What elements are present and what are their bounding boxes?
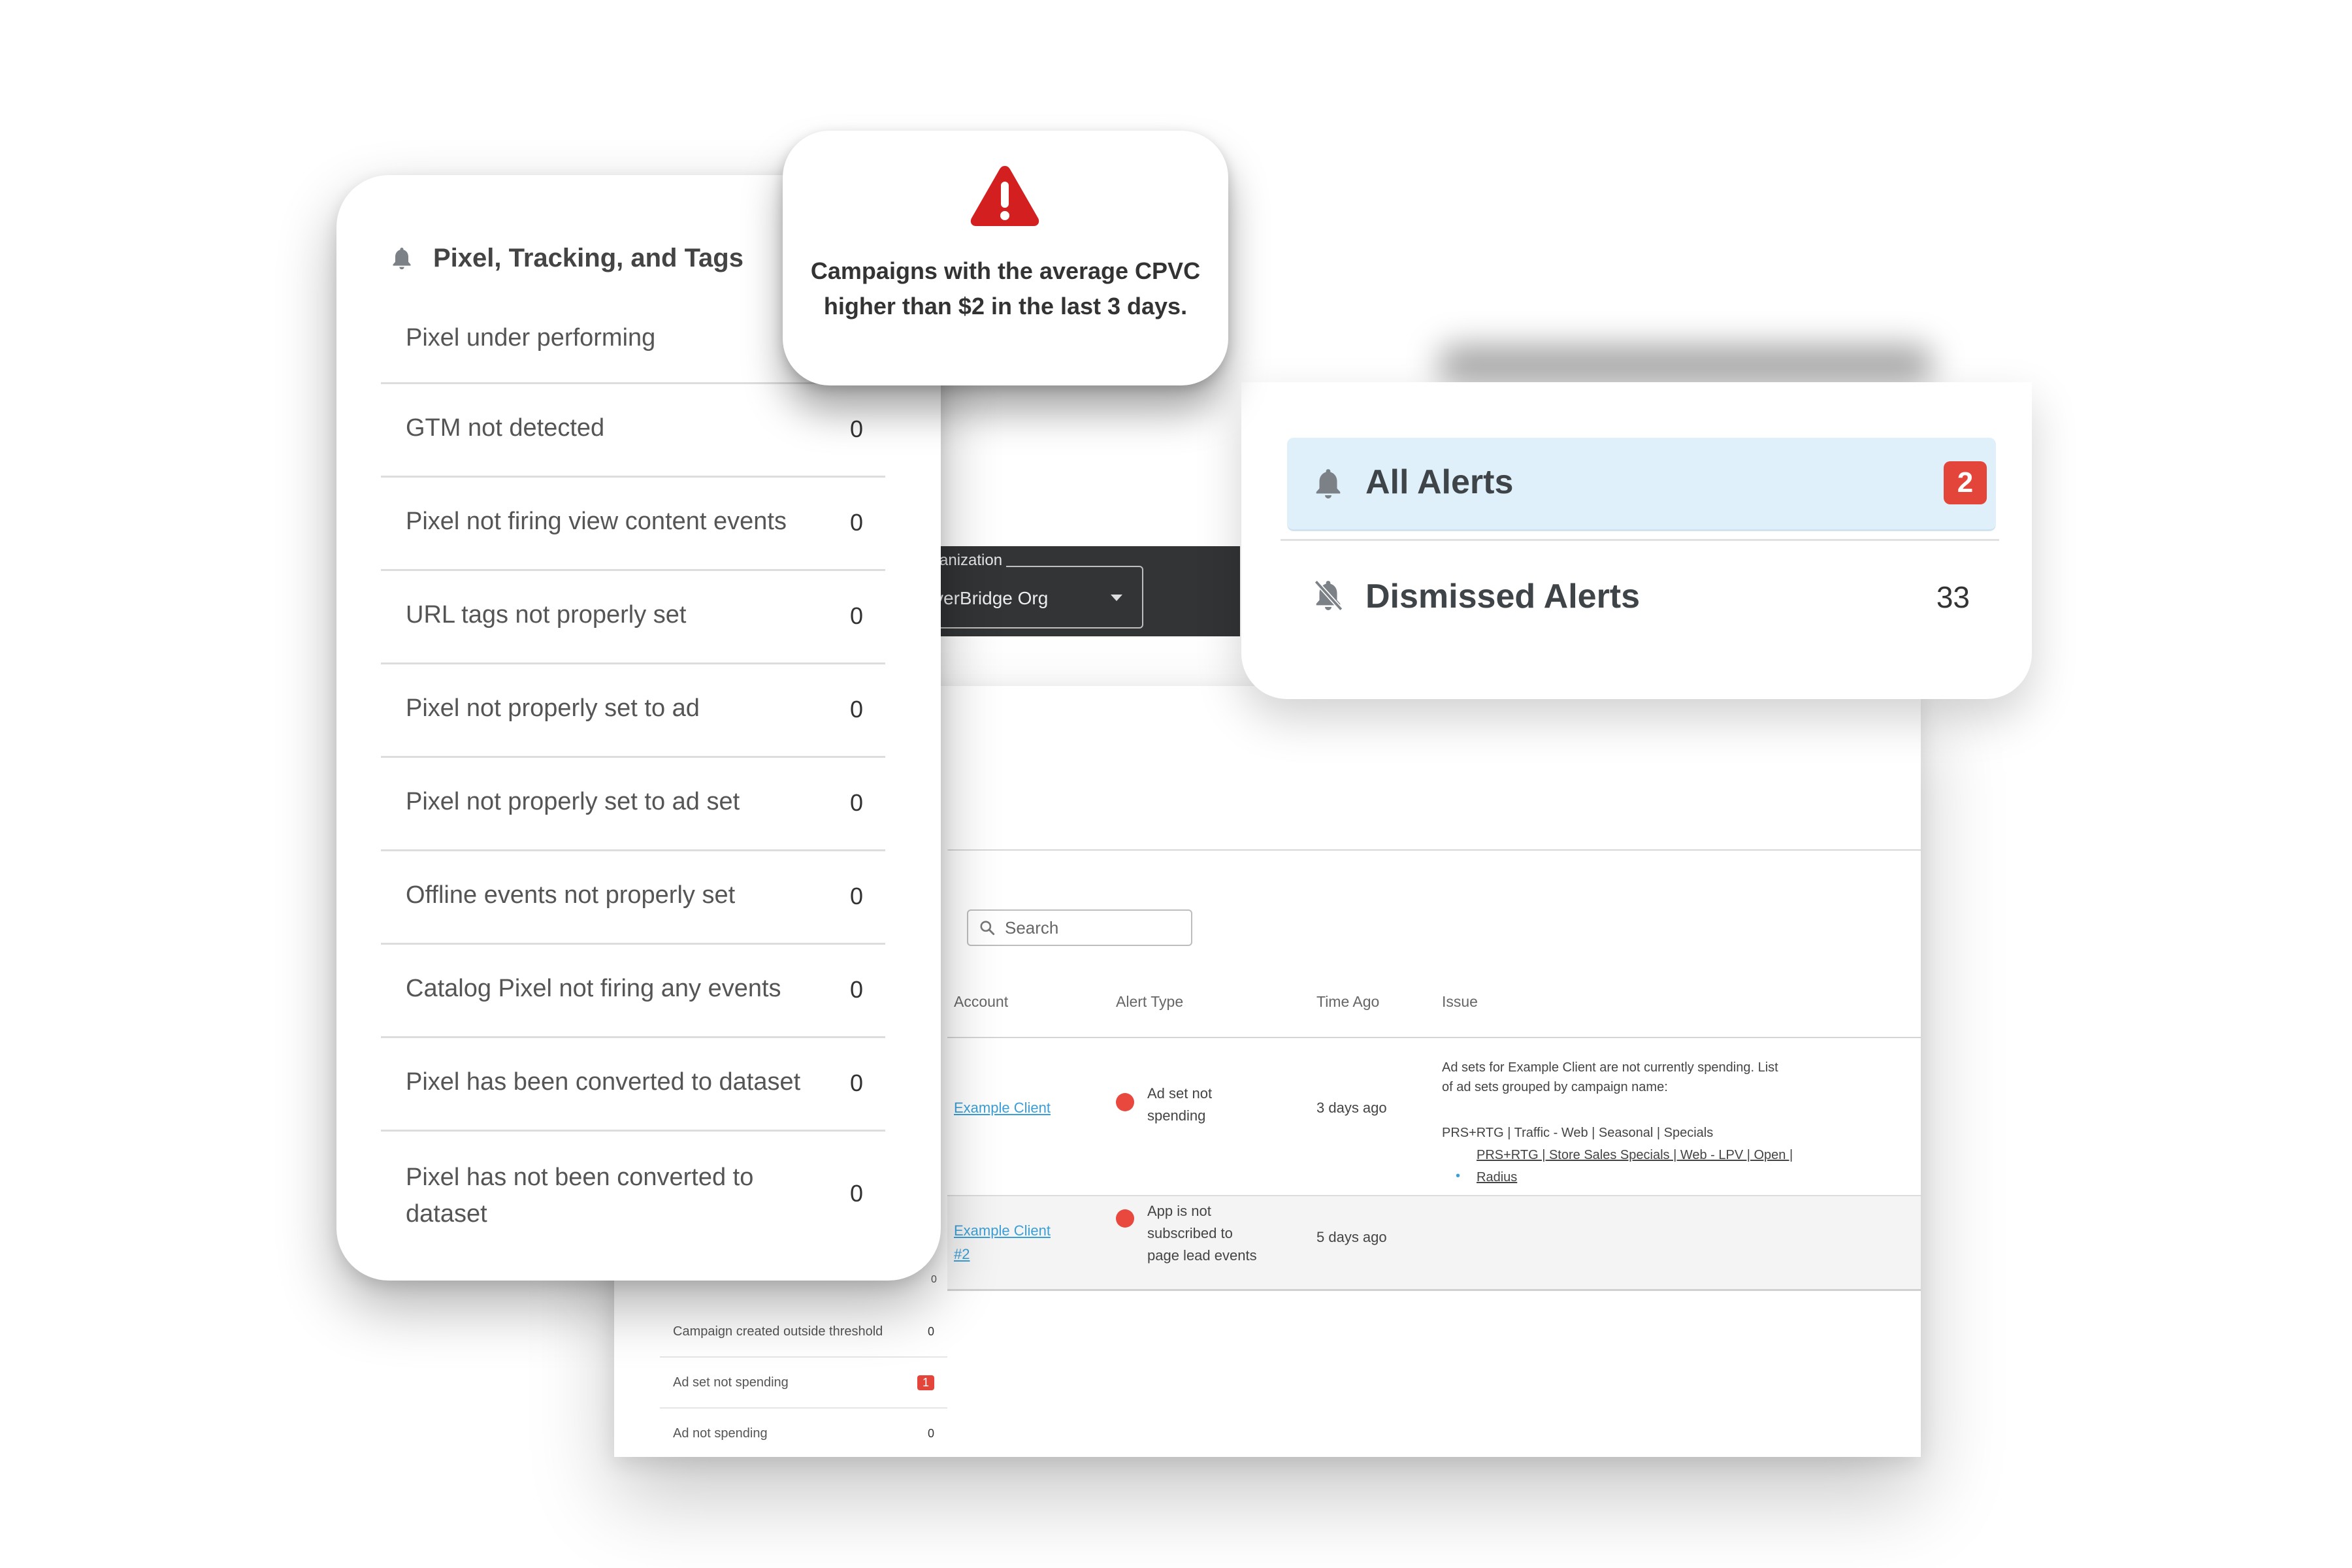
dismissed-alerts-item[interactable]: Dismissed Alerts 33 xyxy=(1287,552,1996,650)
category-count: 0 xyxy=(931,1274,937,1285)
alert-rule-label: Pixel under performing xyxy=(406,324,656,351)
all-alerts-item[interactable]: All Alerts 2 xyxy=(1287,438,1996,531)
issue-text: of ad sets grouped by campaign name: xyxy=(1442,1080,1668,1094)
alert-type-line: App is not xyxy=(1147,1203,1211,1219)
organization-value: verBridge Org xyxy=(934,588,1049,608)
all-alerts-label: All Alerts xyxy=(1365,463,1514,501)
dismissed-count: 33 xyxy=(1936,580,1970,614)
bell-icon xyxy=(393,247,411,269)
category-count-badge: 1 xyxy=(917,1375,934,1390)
category-count: 0 xyxy=(927,1324,934,1338)
table-header: Account Alert Type Time Ago Issue xyxy=(947,962,1921,1038)
account-link[interactable]: #2 xyxy=(954,1243,970,1266)
bullet-icon: • xyxy=(1456,1169,1461,1183)
alert-rule-label: Pixel not properly set to ad xyxy=(406,694,700,722)
bell-off-icon xyxy=(1314,580,1343,612)
alerts-filter-card: All Alerts 2 Dismissed Alerts 33 xyxy=(1241,382,2032,699)
alert-rule-row[interactable]: Catalog Pixel not firing any events 0 xyxy=(381,945,885,1038)
alert-rule-count: 0 xyxy=(849,416,863,442)
alert-rule-label: Catalog Pixel not firing any events xyxy=(406,975,781,1002)
card-shadow xyxy=(1437,345,1934,384)
category-count: 0 xyxy=(927,1426,934,1440)
ad-set-link[interactable]: PRS+RTG | Store Sales Specials | Web - L… xyxy=(1477,1145,1842,1165)
bell-icon xyxy=(1316,469,1341,499)
alert-rule-label: Pixel has been converted to dataset xyxy=(406,1068,801,1096)
divider xyxy=(1281,539,1999,541)
organization-header: verBridge Org anization xyxy=(928,546,1240,636)
organization-label: anization xyxy=(936,551,1007,570)
alert-rule-row[interactable]: Pixel not firing view content events 0 xyxy=(381,478,885,571)
cpvc-alert-popup: Campaigns with the average CPVC higher t… xyxy=(783,131,1228,385)
search-placeholder: Search xyxy=(1005,917,1059,938)
alert-rule-label: GTM not detected xyxy=(406,414,605,442)
alert-rule-row[interactable]: Pixel has been converted to dataset 0 xyxy=(381,1038,885,1132)
alert-rule-count: 0 xyxy=(849,1180,863,1207)
status-dot-icon xyxy=(1116,1093,1134,1111)
alert-rule-row[interactable]: Offline events not properly set 0 xyxy=(381,851,885,945)
chevron-down-icon xyxy=(1111,595,1122,601)
alert-rule-label: URL tags not properly set xyxy=(406,601,687,629)
alert-rule-label: Pixel not properly set to ad set xyxy=(406,788,740,815)
category-item[interactable]: Ad not spending 0 xyxy=(660,1409,947,1457)
column-header-account[interactable]: Account xyxy=(954,993,1008,1011)
category-label: Campaign created outside threshold xyxy=(673,1324,883,1339)
category-item[interactable]: Campaign created outside threshold 0 xyxy=(660,1307,947,1358)
alert-type-line: spending xyxy=(1147,1107,1206,1124)
card-title-text: Pixel, Tracking, and Tags xyxy=(433,244,743,272)
alert-rule-row[interactable]: Pixel has not been converted to dataset … xyxy=(381,1132,885,1249)
card-title: Pixel, Tracking, and Tags xyxy=(389,244,743,273)
alert-rule-row[interactable]: URL tags not properly set 0 xyxy=(381,571,885,664)
time-ago: 3 days ago xyxy=(1316,1100,1387,1116)
campaign-name: PRS+RTG | Traffic - Web | Seasonal | Spe… xyxy=(1442,1126,1714,1140)
ad-set-link[interactable]: Radius xyxy=(1477,1168,1607,1187)
issue-text: Ad sets for Example Client are not curre… xyxy=(1442,1060,1778,1075)
alert-count-badge: 2 xyxy=(1944,461,1987,504)
alert-rule-row[interactable]: Pixel not properly set to ad set 0 xyxy=(381,758,885,851)
category-item[interactable]: Ad set not spending 1 xyxy=(660,1358,947,1409)
cpvc-message-line: higher than $2 in the last 3 days. xyxy=(823,293,1188,319)
category-label: Ad set not spending xyxy=(673,1375,789,1390)
dismissed-alerts-label: Dismissed Alerts xyxy=(1365,578,1641,615)
alert-type-line: subscribed to xyxy=(1147,1225,1233,1241)
search-icon xyxy=(980,921,995,936)
alert-rule-count: 0 xyxy=(849,602,863,629)
alert-rule-label: Offline events not properly set xyxy=(406,881,736,909)
alert-rule-label: Pixel not firing view content events xyxy=(406,508,787,535)
alert-rule-row[interactable]: Pixel not properly set to ad 0 xyxy=(381,664,885,758)
alerts-table-panel: Search Account Alert Type Time Ago Issue… xyxy=(947,851,1921,1457)
alert-rule-count: 0 xyxy=(849,789,863,816)
table-row[interactable]: Example Client #2 App is not subscribed … xyxy=(947,1196,1921,1291)
account-link[interactable]: Example Client xyxy=(954,1097,1051,1119)
alert-rule-count: 0 xyxy=(849,976,863,1003)
column-header-time-ago[interactable]: Time Ago xyxy=(1316,993,1379,1011)
warning-triangle-icon xyxy=(970,166,1039,226)
alert-type-line: page lead events xyxy=(1147,1247,1257,1264)
alert-rule-count: 0 xyxy=(849,696,863,723)
alert-rule-row[interactable]: GTM not detected 0 xyxy=(381,384,885,478)
cpvc-alert-message: Campaigns with the average CPVC higher t… xyxy=(796,253,1215,324)
column-header-alert-type[interactable]: Alert Type xyxy=(1116,993,1183,1011)
alert-type-line: Ad set not xyxy=(1147,1085,1213,1102)
account-link[interactable]: Example Client xyxy=(954,1220,1051,1242)
alert-rule-count: 0 xyxy=(849,1070,863,1096)
search-input[interactable]: Search xyxy=(967,909,1192,946)
cpvc-message-line: Campaigns with the average CPVC xyxy=(810,257,1201,284)
table-row[interactable]: Example Client Ad set not spending 3 day… xyxy=(947,1038,1921,1196)
category-label: Ad not spending xyxy=(673,1426,768,1441)
column-header-issue[interactable]: Issue xyxy=(1442,993,1478,1011)
status-dot-icon xyxy=(1116,1209,1134,1228)
alert-rule-count: 0 xyxy=(849,883,863,909)
alert-rule-label: Pixel has not been converted to dataset xyxy=(406,1164,754,1228)
alert-rule-count: 0 xyxy=(849,509,863,536)
time-ago: 5 days ago xyxy=(1316,1229,1387,1245)
organization-select[interactable]: verBridge Org xyxy=(928,566,1143,629)
